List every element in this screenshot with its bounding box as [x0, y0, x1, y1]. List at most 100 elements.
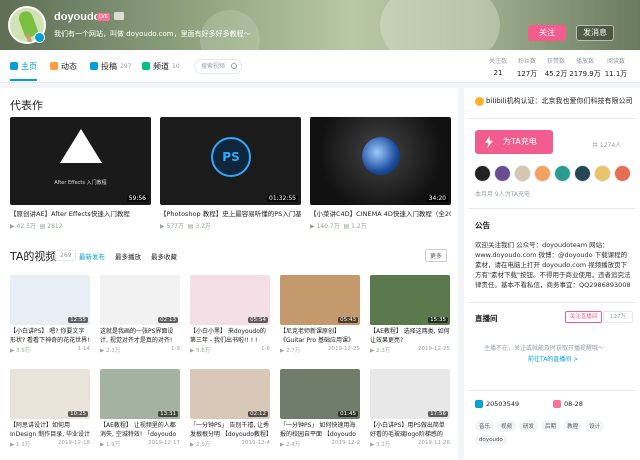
message-button[interactable]: 发消息	[576, 25, 614, 41]
divider	[469, 118, 635, 119]
tab-home[interactable]: 主页	[10, 58, 37, 81]
follow-button[interactable]: 关注	[528, 25, 566, 41]
video-card[interactable]: 01:45 「一分钟PS」 如何快速用海报的校园自平面 【doyoudo教 ▶ 2.…	[280, 369, 360, 448]
charge-button[interactable]: 为TA充电	[475, 130, 553, 154]
video-thumbnail[interactable]: 34:20	[310, 117, 451, 205]
video-thumbnail[interactable]: 01:45	[280, 369, 360, 419]
ae-logo-icon	[60, 129, 102, 163]
video-card[interactable]: 12:55 【小白讲PS】 嗯? 你要文字形状? 看看下神奇的花花世界! ▶ 3.9…	[10, 275, 90, 354]
video-plays: ▶ 2.3万	[100, 348, 121, 354]
video-card[interactable]: 15:35 【AE教程】 选择这两类, 如何让效果更亮? ▶ 2.3万 2019-12…	[370, 275, 450, 354]
masterpiece-card[interactable]: 34:20 【小菜讲C4D】CINEMA 4D快速入门教程（全20 ▶ 140.…	[310, 117, 451, 230]
more-button[interactable]: 更多	[425, 249, 448, 262]
video-plays: ▶ 1.3万	[10, 442, 31, 448]
video-card[interactable]: 17:56 【小白讲PS】用PS做出简单好看的毛玻璃logo阶梯感的【doyoud…	[370, 369, 450, 448]
charger-avatars	[474, 165, 631, 182]
video-plays: ▶ 2.3万	[370, 348, 391, 354]
profile-nav: 主页 动态 投稿 297 频道 10 搜索视频 关注数 21 粉丝数 127万 获赞数 4…	[0, 50, 640, 83]
video-plays: ▶ 2.7万	[280, 348, 301, 354]
video-duration: 02:13	[158, 317, 178, 323]
avatar[interactable]	[574, 165, 591, 182]
video-plays: ▶ 3.2万	[370, 442, 391, 448]
video-card[interactable]: 02:12 「一分钟PS」 告别千禧, 让秀发根根分明 【doyoudo教程】 ▶ …	[190, 369, 270, 448]
tag-item[interactable]: doyoudo	[475, 435, 507, 445]
video-date: 2019-12-25	[418, 346, 450, 352]
video-title[interactable]: 这就是我画的一张PS界面设计, 视觉对齐才是真的对齐! 【doyoudo】	[100, 327, 180, 345]
video-plays: ▶ 5.6万	[190, 348, 211, 354]
tag-item[interactable]: 视频	[497, 420, 517, 432]
video-thumbnail[interactable]: 05:43	[280, 275, 360, 325]
video-thumbnail[interactable]: After Effects 入门教程 59:56	[10, 117, 151, 205]
video-card[interactable]: 05:54 【小白小黑】 来doyoudo的第三年 - 我们出书啦!! ! ! ▶ …	[190, 275, 270, 354]
video-thumbnail[interactable]: 12:55	[10, 275, 90, 325]
video-title[interactable]: 【小白小黑】 来doyoudo的第三年 - 我们出书啦!! ! !	[190, 327, 270, 345]
search-icon[interactable]	[231, 63, 237, 69]
user-signature: 我们有一个网站，叫做 doyoudo.com，里面有好多好多教程～	[54, 30, 251, 38]
avatar[interactable]	[494, 165, 511, 182]
video-title[interactable]: 【阿思讲设计】如何用InDesign 制作目录, 毕业设计	[10, 421, 90, 439]
search-input[interactable]: 搜索视频	[194, 59, 242, 74]
tab-most-favorited[interactable]: 最多收藏	[151, 251, 177, 261]
tag-item[interactable]: 音乐	[475, 420, 495, 432]
charge-count: 共 1274人	[592, 142, 622, 149]
verified-icon	[34, 32, 45, 43]
video-date: 1-6	[261, 346, 270, 352]
follow-live-button[interactable]: 关注直播间	[565, 311, 602, 323]
video-plays: ▶ 3.9万	[10, 348, 31, 354]
uid-info: 20503549	[475, 400, 519, 408]
video-card[interactable]: 05:43 【尼克老师新课原创】《Guitar Pro 基础应用课》 ▶ 2.7万 2…	[280, 275, 360, 354]
divider	[469, 390, 635, 391]
avatar[interactable]	[474, 165, 491, 182]
tab-dynamic[interactable]: 动态	[50, 58, 77, 74]
avatar[interactable]	[594, 165, 611, 182]
video-title[interactable]: 【AE教程】 选择这两类, 如何让效果更亮?	[370, 327, 450, 345]
video-duration: 15:35	[428, 317, 448, 323]
photoshop-logo-icon: PS	[211, 137, 251, 177]
tab-most-played[interactable]: 最多播放	[115, 251, 141, 261]
video-thumbnail[interactable]: 13:31	[100, 369, 180, 419]
divider	[469, 208, 635, 209]
tag-item[interactable]: 教程	[563, 420, 583, 432]
tag-item[interactable]: 研发	[519, 420, 539, 432]
video-thumbnail[interactable]: PS 01:32:55	[160, 117, 301, 205]
avatar[interactable]	[554, 165, 571, 182]
live-room-link[interactable]: 前往TA的直播间 >	[528, 354, 578, 363]
video-duration: 13:31	[158, 411, 178, 417]
tab-submissions[interactable]: 投稿 297	[90, 58, 131, 74]
video-duration: 02:12	[248, 411, 268, 417]
video-title[interactable]: 【小白讲PS】 嗯? 你要文字形状? 看看下神奇的花花世界!	[10, 327, 90, 345]
tag-item[interactable]: 后期	[541, 420, 561, 432]
avatar[interactable]	[534, 165, 551, 182]
video-date: 2019-12-17	[148, 440, 180, 446]
video-title[interactable]: 【尼克老师新课原创】《Guitar Pro 基础应用课》	[280, 327, 360, 345]
masterpiece-card[interactable]: PS 01:32:55 【Photoshop 教程】史上最容易听懂的PS入门基础…	[160, 117, 301, 230]
video-card[interactable]: 13:31 【AE教程】 让视频里的人都消失, 空城特效! 「doyoudo ▶ 1…	[100, 369, 180, 448]
video-thumbnail[interactable]: 05:54	[190, 275, 270, 325]
avatar[interactable]	[514, 165, 531, 182]
video-card[interactable]: 10:25 【阿思讲设计】如何用InDesign 制作目录, 毕业设计 ▶ 1.3万…	[10, 369, 90, 448]
tab-latest[interactable]: 最新发布	[79, 251, 105, 261]
stat-fans[interactable]: 粉丝数 127万	[511, 56, 543, 79]
video-thumbnail[interactable]: 10:25	[10, 369, 90, 419]
channel-icon	[142, 62, 150, 70]
stat-following[interactable]: 关注数 21	[482, 56, 514, 77]
video-thumbnail[interactable]: 02:12	[190, 369, 270, 419]
video-title[interactable]: 「一分钟PS」 告别千禧, 让秀发根根分明 【doyoudo教程】	[190, 421, 270, 439]
tab-channels[interactable]: 频道 10	[142, 58, 180, 74]
video-thumbnail[interactable]: 02:13	[100, 275, 180, 325]
tag-item[interactable]: 设计	[585, 420, 605, 432]
username: doyoudo	[54, 11, 101, 23]
avatar[interactable]	[614, 165, 631, 182]
video-thumbnail[interactable]: 15:35	[370, 275, 450, 325]
video-title[interactable]: 【小白讲PS】用PS做出简单好看的毛玻璃logo阶梯感的【doyoudo	[370, 421, 450, 439]
uid-icon	[475, 400, 483, 408]
video-title[interactable]: 「一分钟PS」 如何快速用海报的校园自平面 【doyoudo教	[280, 421, 360, 439]
video-thumbnail[interactable]: 17:56	[370, 369, 450, 419]
tag-list: 音乐 视频 研发 后期 教程 设计 doyoudo	[475, 420, 625, 445]
video-sort-tabs: 最新发布 最多播放 最多收藏	[79, 251, 177, 261]
video-title[interactable]: 【AE教程】 让视频里的人都消失, 空城特效! 「doyoudo	[100, 421, 180, 439]
video-date: 2019-12-2	[331, 440, 360, 446]
masterpiece-card[interactable]: After Effects 入门教程 59:56 【原创讲AE】After Ef…	[10, 117, 151, 230]
birthday-info: 08-28	[553, 400, 583, 408]
video-card[interactable]: 02:13 这就是我画的一张PS界面设计, 视觉对齐才是真的对齐! 【doyoud…	[100, 275, 180, 354]
